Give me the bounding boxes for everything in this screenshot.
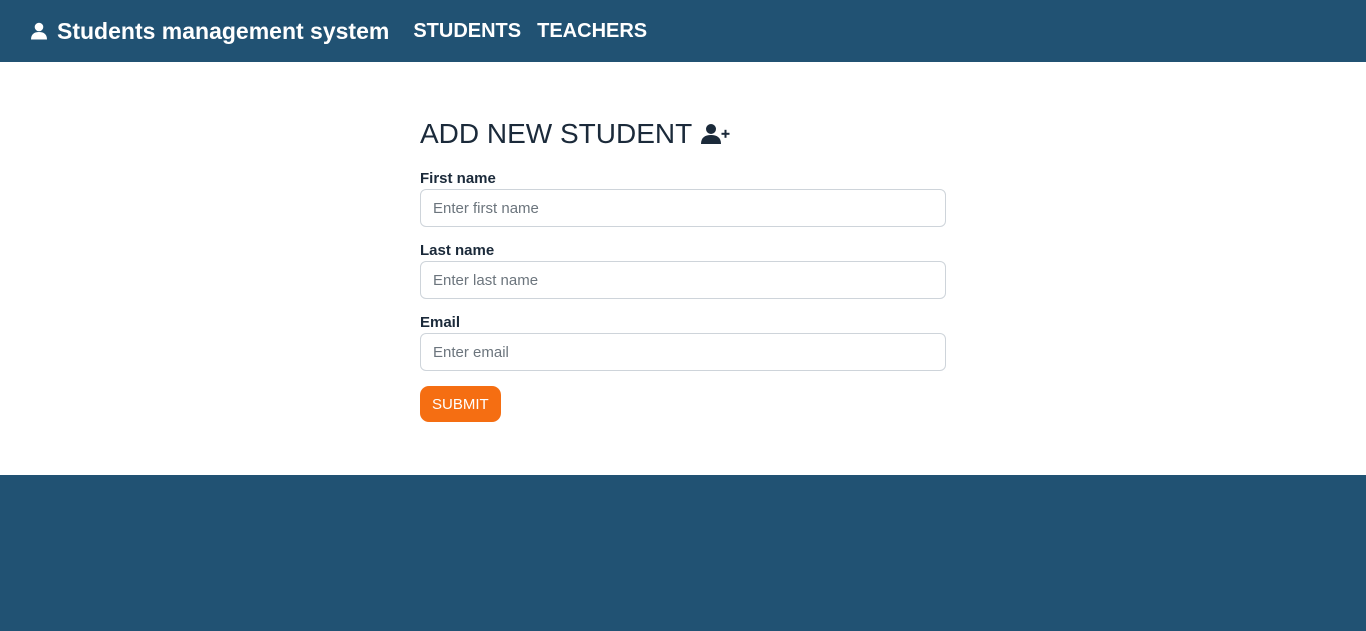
first-name-input[interactable]	[420, 189, 946, 227]
footer	[0, 475, 1366, 631]
submit-button[interactable]: SUBMIT	[420, 386, 501, 422]
add-student-form: ADD NEW STUDENT First name Last name Ema…	[420, 115, 946, 422]
user-plus-icon	[701, 123, 731, 145]
brand-label: Students management system	[57, 17, 390, 44]
page-title-text: ADD NEW STUDENT	[420, 118, 693, 149]
last-name-label: Last name	[420, 242, 495, 259]
email-label: Email	[420, 314, 461, 331]
navbar: Students management system STUDENTS TEAC…	[0, 0, 1366, 62]
nav-link-students[interactable]: STUDENTS	[413, 20, 521, 43]
last-name-input[interactable]	[420, 261, 946, 299]
first-name-label: First name	[420, 170, 496, 187]
nav-link-teachers[interactable]: TEACHERS	[537, 20, 647, 43]
user-icon	[30, 22, 48, 40]
email-input[interactable]	[420, 333, 946, 371]
nav-links: STUDENTS TEACHERS	[413, 20, 663, 43]
page-title: ADD NEW STUDENT	[420, 115, 946, 153]
brand-link[interactable]: Students management system	[30, 18, 389, 45]
